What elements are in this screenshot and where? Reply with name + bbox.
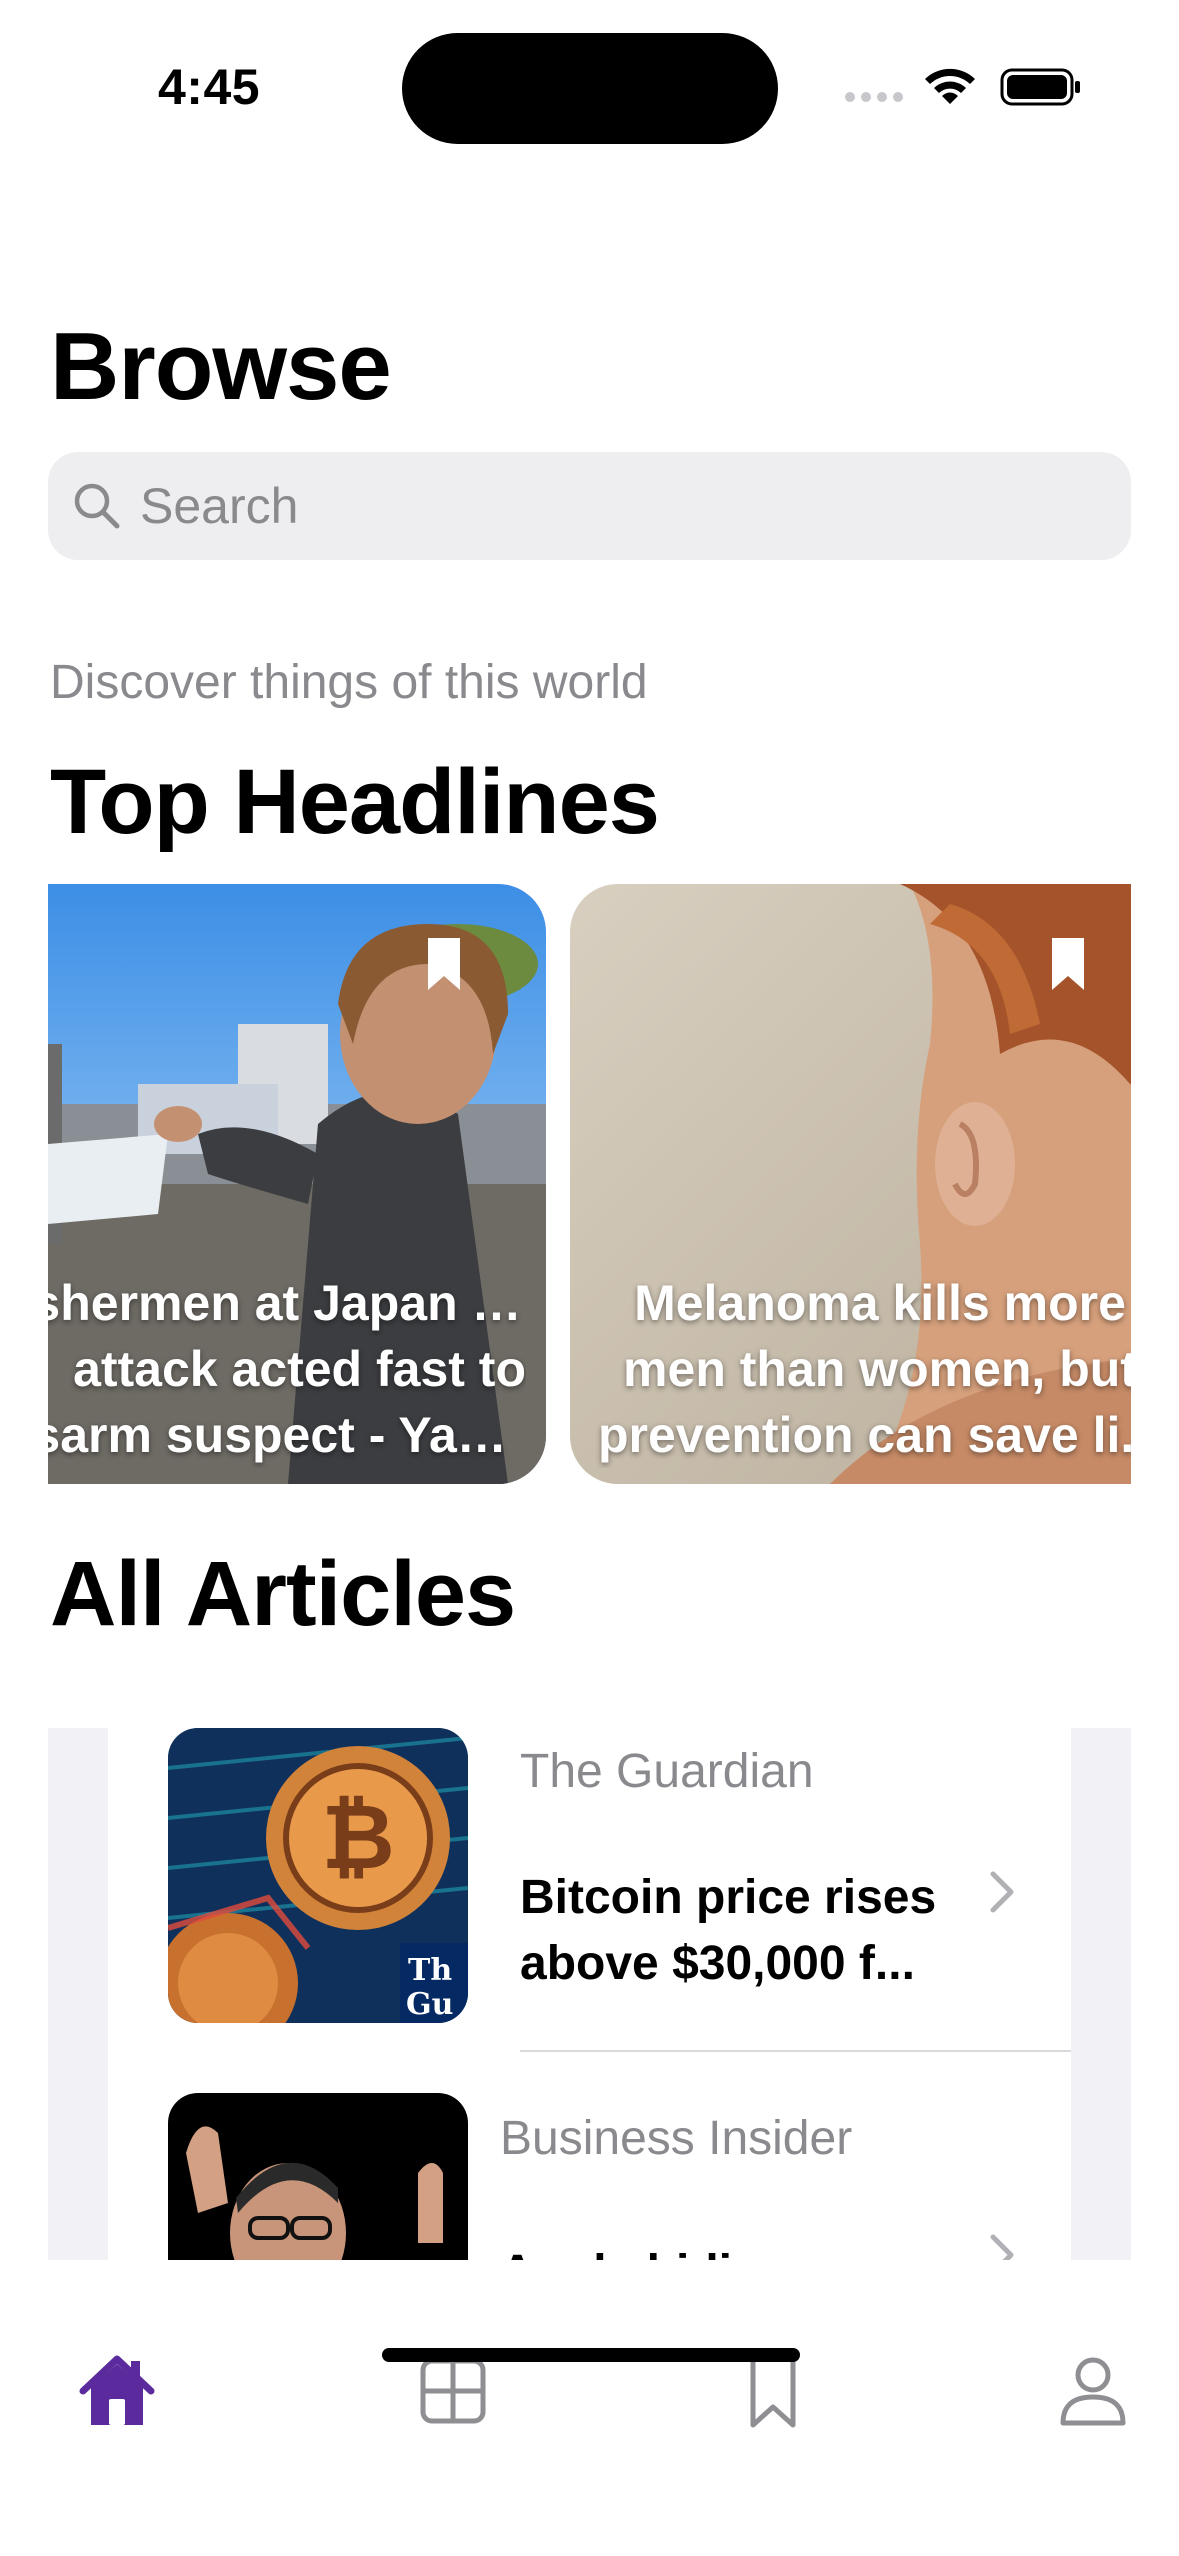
top-headlines-title: Top Headlines bbox=[50, 751, 660, 853]
svg-text:Th: Th bbox=[408, 1953, 452, 1988]
tab-profile[interactable] bbox=[1048, 2346, 1138, 2436]
articles-list[interactable]: ₿ Th Gu The Guardian Bitcoin price rises… bbox=[48, 1728, 1131, 2260]
row-divider bbox=[520, 2050, 1071, 2052]
bookmark-icon[interactable] bbox=[1050, 936, 1086, 992]
search-icon bbox=[74, 483, 120, 529]
house-icon bbox=[79, 2355, 155, 2425]
bookmark-icon bbox=[750, 2356, 796, 2428]
status-time: 4:45 bbox=[158, 59, 261, 115]
chevron-right-icon bbox=[990, 2234, 1014, 2260]
all-articles-title: All Articles bbox=[50, 1543, 516, 1645]
grid-icon bbox=[420, 2358, 486, 2424]
article-row[interactable]: Business Insider Apple hiding a bbox=[108, 2093, 1071, 2260]
article-source: Business Insider bbox=[500, 2112, 853, 2165]
headline-title: Melanoma kills more men than women, but … bbox=[597, 1275, 1131, 1463]
tab-bar bbox=[0, 2260, 1179, 2556]
cellular-signal-icon bbox=[845, 92, 903, 102]
tab-home[interactable] bbox=[72, 2346, 162, 2436]
articles-list-card: ₿ Th Gu The Guardian Bitcoin price rises… bbox=[108, 1728, 1071, 2260]
battery-icon bbox=[1000, 68, 1080, 106]
page-title: Browse bbox=[50, 313, 392, 420]
bookmark-icon[interactable] bbox=[426, 936, 462, 992]
article-headline: Bitcoin price rises above $30,000 f... bbox=[520, 1871, 937, 1990]
search-bar[interactable] bbox=[48, 452, 1131, 560]
headlines-carousel[interactable]: Fishermen at Japan PM attack acted fast … bbox=[48, 884, 1131, 1484]
chevron-right-icon bbox=[990, 1871, 1014, 1913]
search-input[interactable] bbox=[140, 452, 1100, 560]
headline-card[interactable]: Melanoma kills more men than women, but … bbox=[570, 884, 1131, 1484]
person-icon bbox=[1060, 2357, 1126, 2426]
headline-title: Fishermen at Japan PM attack acted fast … bbox=[48, 1275, 526, 1463]
headline-card[interactable]: Fishermen at Japan PM attack acted fast … bbox=[48, 884, 546, 1484]
article-headline: Apple hiding a bbox=[500, 2240, 970, 2260]
article-source: The Guardian bbox=[520, 1745, 814, 1798]
article-thumbnail: ₿ Th Gu bbox=[168, 1728, 468, 2023]
dynamic-island bbox=[402, 33, 778, 144]
home-indicator bbox=[382, 2348, 800, 2362]
svg-text:Gu: Gu bbox=[406, 1987, 453, 2022]
svg-text:₿: ₿ bbox=[321, 1785, 394, 1890]
wifi-icon bbox=[925, 68, 975, 104]
article-thumbnail bbox=[168, 2093, 468, 2260]
article-row[interactable]: ₿ Th Gu The Guardian Bitcoin price rises… bbox=[108, 1728, 1071, 2093]
section-subtitle: Discover things of this world bbox=[50, 656, 648, 709]
